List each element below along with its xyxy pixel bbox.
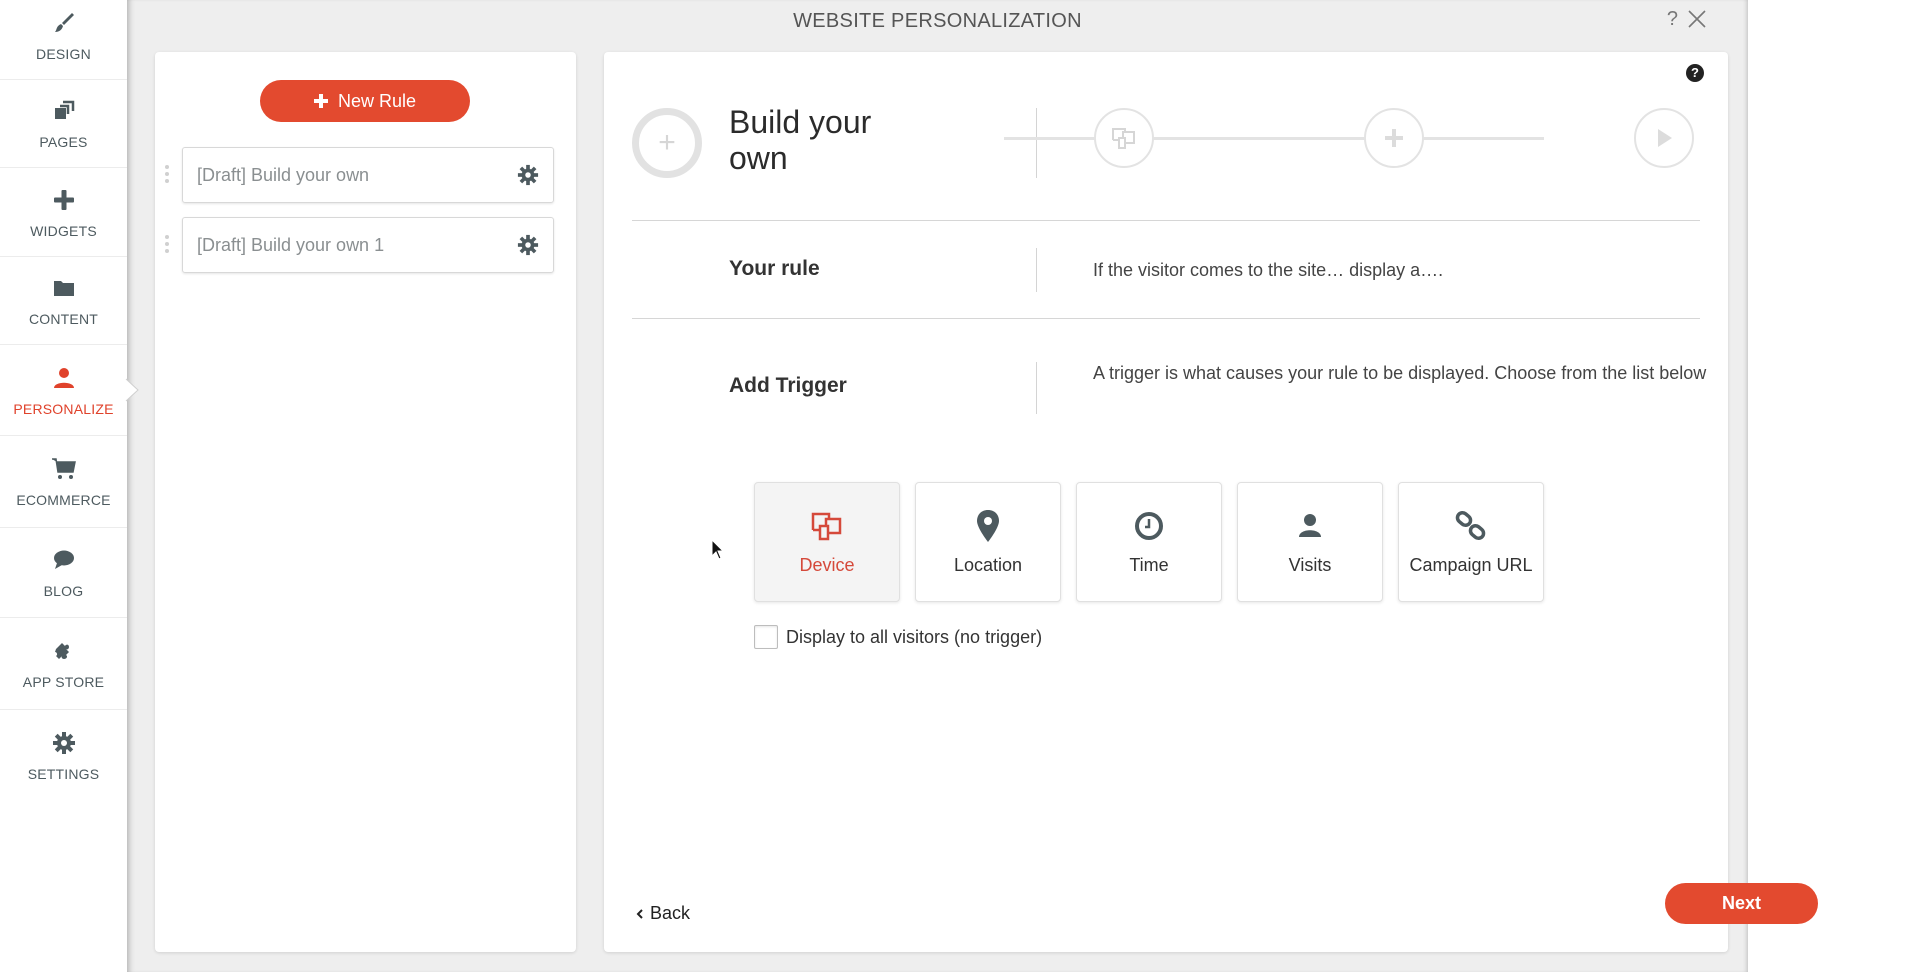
sidebar-item-design[interactable]: DESIGN <box>0 0 127 80</box>
chevron-left-icon <box>636 908 643 919</box>
no-trigger-label: Display to all visitors (no trigger) <box>786 626 1043 647</box>
sidebar-item-label: BLOG <box>43 582 84 599</box>
puzzle-icon <box>51 638 77 664</box>
sidebar-item-settings[interactable]: SETTINGS <box>0 710 127 802</box>
new-rule-button[interactable]: New Rule <box>260 80 470 122</box>
sidebar-item-label: APP STORE <box>22 673 105 690</box>
gear-icon[interactable] <box>517 164 539 186</box>
sidebar-item-label: CONTENT <box>28 310 99 327</box>
left-sidebar: DESIGN PAGES WIDGETS CONTENT PERSONALIZE… <box>0 0 127 972</box>
divider <box>632 220 1700 221</box>
clock-icon <box>1132 509 1166 543</box>
divider <box>1036 248 1037 292</box>
modal-title: WEBSITE PERSONALIZATION <box>793 10 1082 32</box>
folder-icon <box>51 275 77 301</box>
sidebar-item-label: ECOMMERCE <box>16 491 111 508</box>
no-trigger-checkbox[interactable] <box>754 625 778 649</box>
mouse-cursor-icon <box>711 539 725 560</box>
person-icon <box>1293 509 1327 543</box>
close-icon[interactable] <box>1686 8 1708 30</box>
stepper-line <box>1004 137 1544 140</box>
sidebar-item-blog[interactable]: BLOG <box>0 528 127 618</box>
sidebar-item-personalize[interactable]: PERSONALIZE <box>0 346 127 436</box>
rules-panel: New Rule [Draft] Build your own [Draft] … <box>155 52 576 952</box>
back-label: Back <box>650 903 691 923</box>
modal-help-button[interactable]: ? <box>1667 8 1678 31</box>
sidebar-item-label: PERSONALIZE <box>13 400 114 417</box>
play-icon <box>1658 129 1672 147</box>
trigger-label: Device <box>799 554 855 575</box>
step-add[interactable] <box>1364 108 1424 168</box>
your-rule-label: Your rule <box>729 257 820 280</box>
location-pin-icon <box>971 509 1005 543</box>
divider <box>632 318 1700 319</box>
rule-heading: Build your own <box>729 104 872 176</box>
back-button[interactable]: Back <box>636 903 690 924</box>
sidebar-item-app-store[interactable]: APP STORE <box>0 618 127 710</box>
rule-list-item[interactable]: [Draft] Build your own <box>182 147 554 203</box>
step-device[interactable] <box>1094 108 1154 168</box>
trigger-label: Time <box>1129 554 1169 575</box>
drag-handle[interactable] <box>165 162 171 188</box>
help-icon[interactable]: ? <box>1686 64 1704 82</box>
sidebar-item-label: PAGES <box>39 133 88 150</box>
gear-icon[interactable] <box>517 234 539 256</box>
rule-name: [Draft] Build your own <box>197 164 370 185</box>
cart-icon <box>51 456 77 482</box>
pages-icon <box>51 98 77 124</box>
rule-name: [Draft] Build your own 1 <box>197 234 385 255</box>
brush-icon <box>51 10 77 36</box>
active-indicator-arrow <box>125 378 139 402</box>
device-icon <box>810 509 844 543</box>
person-icon <box>51 365 77 391</box>
trigger-campaign-url[interactable]: Campaign URL <box>1398 482 1544 602</box>
link-icon <box>1454 509 1488 543</box>
trigger-label: Visits <box>1288 554 1332 575</box>
sidebar-item-label: DESIGN <box>36 45 91 62</box>
step-publish[interactable] <box>1634 108 1694 168</box>
trigger-time[interactable]: Time <box>1076 482 1222 602</box>
drag-handle[interactable] <box>165 232 171 258</box>
no-trigger-option[interactable]: Display to all visitors (no trigger) <box>754 625 1042 649</box>
add-trigger-label: Add Trigger <box>729 374 847 397</box>
trigger-label: Location <box>953 554 1023 575</box>
speech-bubble-icon <box>51 547 77 573</box>
rule-type-plus-icon: + <box>632 108 702 178</box>
sidebar-item-content[interactable]: CONTENT <box>0 257 127 345</box>
trigger-device[interactable]: Device <box>754 482 900 602</box>
gear-icon <box>51 730 77 756</box>
plus-icon <box>51 187 77 213</box>
sidebar-item-pages[interactable]: PAGES <box>0 80 127 168</box>
sidebar-item-ecommerce[interactable]: ECOMMERCE <box>0 436 127 528</box>
sidebar-item-label: WIDGETS <box>30 222 97 239</box>
divider <box>1036 362 1037 414</box>
trigger-label: Campaign URL <box>1409 554 1533 575</box>
sidebar-item-label: SETTINGS <box>27 766 100 782</box>
trigger-visits[interactable]: Visits <box>1237 482 1383 602</box>
trigger-location[interactable]: Location <box>915 482 1061 602</box>
rule-editor-panel: ? + Build your own Your rule If the visi… <box>604 52 1818 952</box>
device-icon <box>1112 128 1135 149</box>
next-button[interactable]: Next <box>1665 883 1818 924</box>
rule-list-item[interactable]: [Draft] Build your own 1 <box>182 217 554 273</box>
new-rule-label: New Rule <box>337 90 417 111</box>
add-trigger-description: A trigger is what causes your rule to be… <box>1093 363 1707 383</box>
plus-icon <box>1385 129 1403 147</box>
plus-icon <box>313 94 328 108</box>
sidebar-item-widgets[interactable]: WIDGETS <box>0 169 127 257</box>
your-rule-text: If the visitor comes to the site… displa… <box>1093 260 1444 280</box>
personalization-modal: WEBSITE PERSONALIZATION ? New Rule [Draf… <box>127 0 1818 972</box>
divider <box>1036 108 1037 178</box>
